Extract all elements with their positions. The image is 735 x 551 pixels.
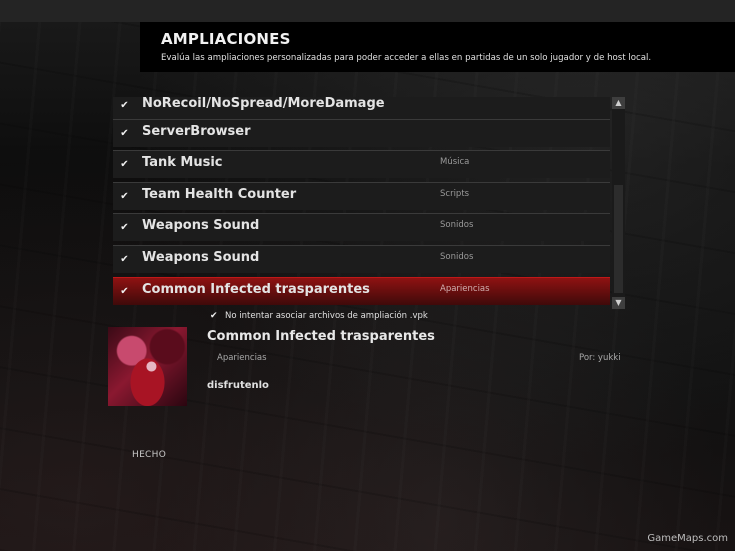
detail-addon-name: Common Infected trasparentes bbox=[207, 329, 435, 344]
detail-addon-category: Apariencias bbox=[217, 353, 267, 363]
addon-row-0[interactable]: ✔ NoRecoil/NoSpread/MoreDamage bbox=[113, 97, 610, 119]
checkbox[interactable]: ✔ bbox=[119, 128, 130, 139]
addon-name: Weapons Sound bbox=[142, 218, 260, 233]
addon-category: Música bbox=[440, 157, 470, 167]
done-button[interactable]: HECHO bbox=[132, 450, 166, 460]
addon-name: Weapons Sound bbox=[142, 250, 260, 265]
addon-category: Apariencias bbox=[440, 284, 490, 294]
addon-row-3[interactable]: ✔ Team Health Counter Scripts bbox=[113, 182, 610, 210]
addon-name: Team Health Counter bbox=[142, 187, 297, 202]
vpk-checkbox[interactable]: ✔ bbox=[210, 311, 220, 321]
list-scrollbar[interactable]: ▲ ▼ bbox=[612, 97, 625, 309]
addon-name: Tank Music bbox=[142, 155, 223, 170]
vpk-association-option[interactable]: ✔ No intentar asociar archivos de ampliac… bbox=[210, 311, 428, 321]
addon-category: Sonidos bbox=[440, 252, 474, 262]
page-title: AMPLIACIONES bbox=[161, 30, 291, 48]
addon-category: Scripts bbox=[440, 189, 470, 199]
checkbox[interactable]: ✔ bbox=[119, 191, 130, 202]
addon-row-6-selected[interactable]: ✔ Common Infected trasparentes Aparienci… bbox=[113, 277, 610, 305]
addon-thumbnail bbox=[108, 327, 187, 406]
addon-name: ServerBrowser bbox=[142, 124, 251, 139]
checkbox[interactable]: ✔ bbox=[119, 286, 130, 297]
page-subtitle: Evalúa las ampliaciones personalizadas p… bbox=[161, 53, 652, 63]
addon-row-4[interactable]: ✔ Weapons Sound Sonidos bbox=[113, 213, 610, 241]
watermark: GameMaps.com bbox=[647, 533, 728, 544]
addon-row-5[interactable]: ✔ Weapons Sound Sonidos bbox=[113, 245, 610, 273]
scroll-thumb[interactable] bbox=[614, 185, 623, 293]
vpk-option-label: No intentar asociar archivos de ampliaci… bbox=[225, 311, 428, 321]
addon-name: Common Infected trasparentes bbox=[142, 282, 370, 297]
checkbox[interactable]: ✔ bbox=[119, 254, 130, 265]
addon-row-1[interactable]: ✔ ServerBrowser bbox=[113, 119, 610, 147]
addon-list: ✔ NoRecoil/NoSpread/MoreDamage ✔ ServerB… bbox=[110, 97, 625, 309]
checkbox[interactable]: ✔ bbox=[119, 159, 130, 170]
scroll-up-icon[interactable]: ▲ bbox=[612, 97, 625, 109]
scroll-down-icon[interactable]: ▼ bbox=[612, 297, 625, 309]
checkbox[interactable]: ✔ bbox=[119, 222, 130, 233]
addon-name: NoRecoil/NoSpread/MoreDamage bbox=[142, 97, 385, 111]
addon-category: Sonidos bbox=[440, 220, 474, 230]
detail-addon-author: Por: yukki bbox=[579, 353, 621, 363]
header: AMPLIACIONES Evalúa las ampliaciones per… bbox=[140, 22, 735, 72]
top-band bbox=[0, 0, 735, 22]
checkbox[interactable]: ✔ bbox=[119, 100, 130, 111]
addon-row-2[interactable]: ✔ Tank Music Música bbox=[113, 150, 610, 178]
detail-addon-description: disfrutenlo bbox=[207, 380, 269, 391]
